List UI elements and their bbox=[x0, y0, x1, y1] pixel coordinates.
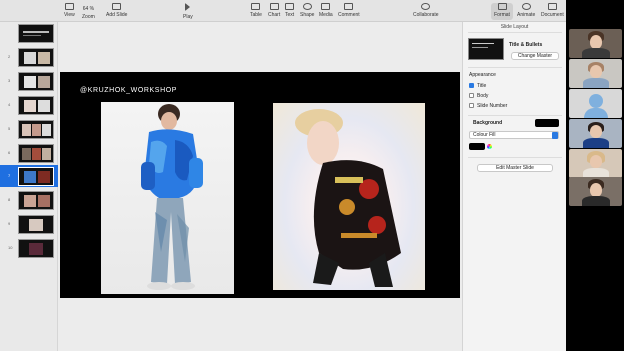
body-checkbox[interactable] bbox=[469, 93, 474, 98]
view-button[interactable]: View bbox=[64, 3, 75, 18]
media-button[interactable]: Media bbox=[319, 3, 333, 18]
slide-number-checkbox-label: Slide Number bbox=[477, 103, 508, 109]
add-slide-button[interactable]: Add Slide bbox=[106, 3, 127, 18]
video-participants-panel bbox=[566, 0, 624, 351]
keynote-window: View 64 % Zoom Add Slide Play Table Char… bbox=[0, 0, 566, 351]
body-checkbox-label: Body bbox=[477, 93, 489, 99]
shape-icon bbox=[302, 3, 312, 10]
document-icon bbox=[547, 3, 557, 10]
title-checkbox[interactable] bbox=[469, 83, 474, 88]
play-icon bbox=[185, 3, 191, 11]
chart-icon bbox=[269, 3, 279, 10]
text-icon bbox=[285, 3, 295, 10]
shape-button[interactable]: Shape bbox=[300, 3, 314, 18]
slide-thumbnail[interactable]: 4 bbox=[0, 94, 58, 116]
background-color-swatch[interactable] bbox=[535, 119, 559, 127]
plus-icon bbox=[112, 3, 122, 10]
slide-navigator: 2 3 4 5 6 7 8 9 10 bbox=[0, 22, 58, 351]
slide-thumbnail[interactable]: 9 bbox=[0, 213, 58, 235]
table-icon bbox=[251, 3, 261, 10]
format-inspector: Slide Layout Title & Bullets Change Mast… bbox=[462, 22, 566, 351]
participant-tile-2[interactable] bbox=[569, 59, 622, 88]
slide-thumbnail[interactable]: 3 bbox=[0, 70, 58, 92]
appearance-heading: Appearance bbox=[469, 72, 496, 78]
fill-type-select[interactable]: Colour Fill bbox=[469, 131, 559, 139]
color-wheel-icon[interactable] bbox=[487, 144, 492, 149]
edit-master-slide-button[interactable]: Edit Master Slide bbox=[477, 164, 553, 172]
slide-canvas[interactable]: @KRUZHOK_WORKSHOP bbox=[58, 22, 462, 351]
photo-model-patterned-sweater[interactable] bbox=[273, 103, 425, 290]
collaborate-button[interactable]: Collaborate bbox=[413, 3, 439, 18]
slide-layout-thumbnail[interactable] bbox=[468, 38, 504, 60]
format-brush-icon bbox=[497, 3, 507, 10]
animate-icon bbox=[521, 3, 531, 10]
avatar-placeholder-icon bbox=[589, 94, 603, 108]
title-checkbox-label: Title bbox=[477, 83, 487, 89]
participant-tile-6[interactable] bbox=[569, 177, 622, 206]
chart-button[interactable]: Chart bbox=[268, 3, 280, 18]
toolbar: View 64 % Zoom Add Slide Play Table Char… bbox=[0, 0, 566, 22]
layout-name: Title & Bullets bbox=[509, 42, 543, 48]
fill-color-well[interactable] bbox=[469, 143, 485, 150]
chevron-down-icon bbox=[552, 132, 558, 139]
participant-tile-3[interactable] bbox=[569, 89, 622, 118]
participant-tile-5[interactable] bbox=[569, 149, 622, 178]
photo-model-blue-outfit[interactable] bbox=[101, 102, 234, 294]
comment-icon bbox=[344, 3, 354, 10]
text-button[interactable]: Text bbox=[285, 3, 294, 18]
slide-thumbnail[interactable]: 2 bbox=[0, 46, 58, 68]
slide-thumbnail[interactable]: 10 bbox=[0, 237, 58, 259]
comment-button[interactable]: Comment bbox=[338, 3, 360, 18]
participant-tile-4[interactable] bbox=[569, 119, 622, 148]
format-button[interactable]: Format bbox=[491, 3, 513, 20]
inspector-header: Slide Layout bbox=[500, 24, 529, 30]
slide-thumbnail[interactable]: 6 bbox=[0, 142, 58, 164]
view-icon bbox=[64, 3, 74, 10]
slide-thumbnail-selected[interactable]: 7 bbox=[0, 165, 58, 187]
zoom-button[interactable]: 64 % Zoom bbox=[82, 3, 95, 20]
slide-number-checkbox[interactable] bbox=[469, 103, 474, 108]
change-master-button[interactable]: Change Master bbox=[511, 52, 559, 60]
current-slide[interactable]: @KRUZHOK_WORKSHOP bbox=[60, 72, 460, 298]
slide-thumbnail[interactable]: 8 bbox=[0, 189, 58, 211]
table-button[interactable]: Table bbox=[250, 3, 262, 18]
slide-title[interactable]: @KRUZHOK_WORKSHOP bbox=[80, 87, 177, 94]
slide-thumbnail[interactable]: 5 bbox=[0, 118, 58, 140]
document-button[interactable]: Document bbox=[541, 3, 564, 18]
participant-tile-1[interactable] bbox=[569, 29, 622, 58]
media-icon bbox=[321, 3, 331, 10]
background-heading: Background bbox=[473, 120, 503, 126]
slide-thumbnail[interactable] bbox=[0, 22, 58, 44]
play-button[interactable]: Play bbox=[183, 3, 193, 20]
collaborate-icon bbox=[421, 3, 431, 10]
animate-button[interactable]: Animate bbox=[517, 3, 535, 18]
